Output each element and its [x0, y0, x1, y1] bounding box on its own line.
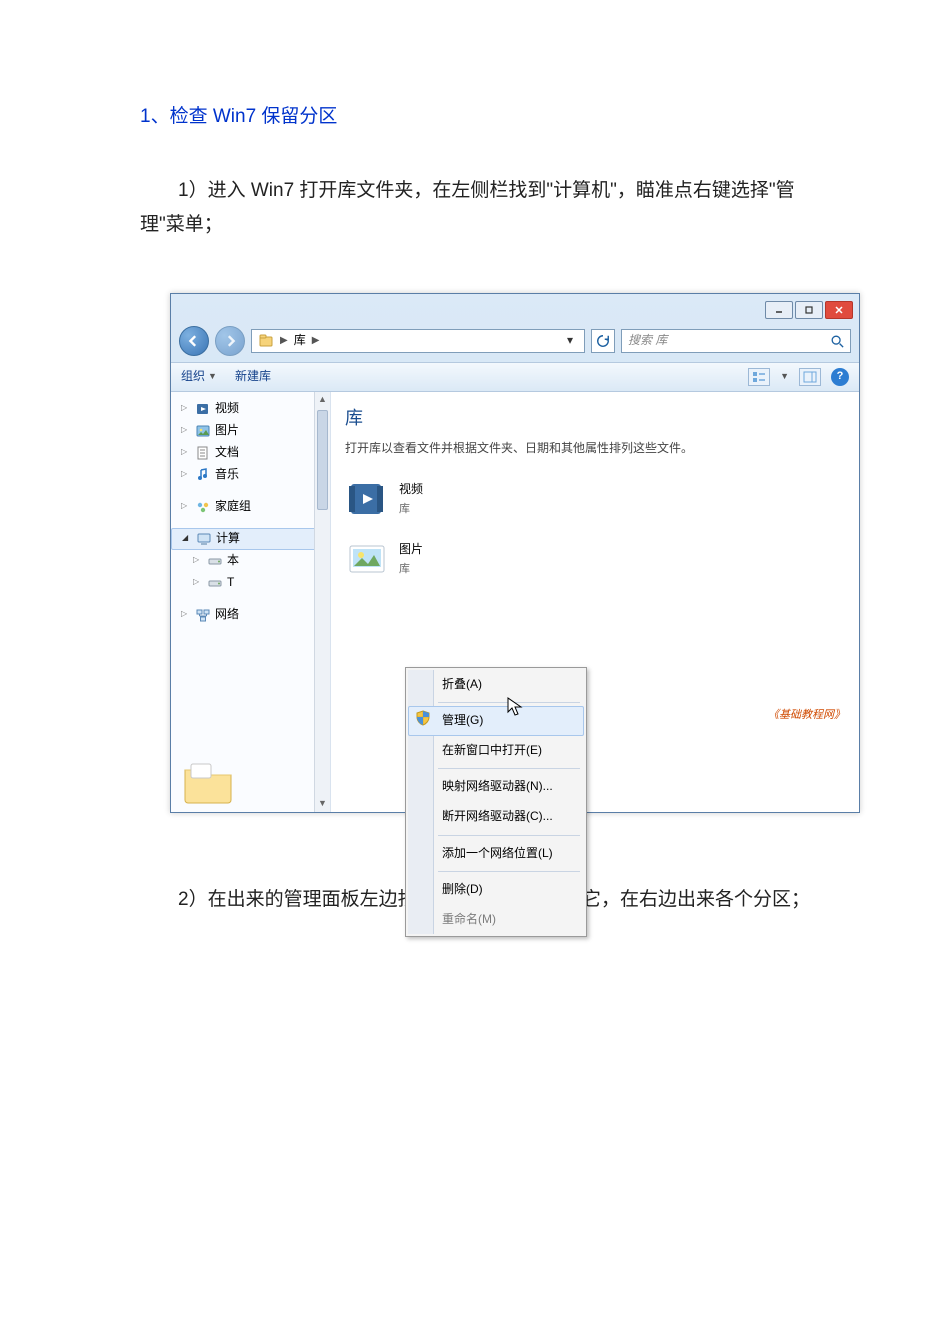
tree-item-network[interactable]: ▷ 网络 — [171, 604, 330, 626]
chevron-right-icon: ▶ — [312, 332, 320, 350]
organize-menu[interactable]: 组织 ▼ — [181, 366, 217, 388]
ctx-disconnect-drive[interactable]: 断开网络驱动器(C)... — [408, 802, 584, 832]
context-menu: 折叠(A) 管理(G) 在新窗口中打开(E) 映射网络驱动器(N)... 断开网… — [405, 667, 587, 938]
preview-pane-button[interactable] — [799, 368, 821, 386]
expand-icon: ▷ — [181, 499, 191, 513]
forward-button[interactable] — [215, 326, 245, 356]
ctx-rename[interactable]: 重命名(M) — [408, 905, 584, 935]
tree-item-music[interactable]: ▷ 音乐 — [171, 464, 330, 486]
tree-item-video[interactable]: ▷ 视频 — [171, 398, 330, 420]
documents-icon — [195, 445, 211, 461]
tree-item-homegroup[interactable]: ▷ 家庭组 — [171, 496, 330, 518]
titlebar — [171, 294, 859, 322]
expand-icon: ▷ — [193, 575, 203, 589]
toolbar: 组织 ▼ 新建库 ▼ ? — [171, 362, 859, 392]
navigation-pane: ▷ 视频 ▷ 图片 ▷ 文档 ▷ 音乐 — [171, 392, 331, 812]
drive-icon — [207, 553, 223, 569]
video-library-icon — [345, 478, 389, 522]
tree-item-localdisk2[interactable]: ▷ T — [171, 572, 330, 594]
explorer-window: ▶ 库 ▶ ▾ 搜索 库 组织 ▼ 新建库 — [170, 293, 860, 813]
library-item-video[interactable]: 视频 库 — [345, 478, 845, 522]
homegroup-icon — [195, 499, 211, 515]
help-button[interactable]: ? — [831, 368, 849, 386]
paragraph-1: 1）进入 Win7 打开库文件夹，在左侧栏找到"计算机"，瞄准点右键选择"管理"… — [140, 174, 825, 242]
expand-icon: ▷ — [181, 607, 191, 621]
ctx-manage[interactable]: 管理(G) — [408, 706, 584, 736]
expand-icon: ▷ — [181, 445, 191, 459]
breadcrumb-root: 库 — [294, 330, 306, 352]
new-library-button[interactable]: 新建库 — [235, 366, 271, 388]
watermark-text: 《基础教程网》 — [768, 706, 845, 726]
library-item-kind: 库 — [399, 500, 423, 520]
expand-icon: ▷ — [181, 423, 191, 437]
pictures-icon — [195, 423, 211, 439]
close-button[interactable] — [825, 301, 853, 319]
maximize-button[interactable] — [795, 301, 823, 319]
cursor-icon — [507, 697, 523, 717]
collapse-icon: ◢ — [182, 531, 192, 545]
computer-icon — [196, 531, 212, 547]
pictures-library-icon — [345, 538, 389, 582]
chevron-right-icon: ▶ — [280, 332, 288, 350]
view-options-button[interactable] — [748, 368, 770, 386]
window-body: ▷ 视频 ▷ 图片 ▷ 文档 ▷ 音乐 — [171, 392, 859, 812]
library-item-name: 视频 — [399, 479, 423, 501]
expand-icon: ▷ — [181, 467, 191, 481]
library-item-pictures[interactable]: 图片 库 — [345, 538, 845, 582]
address-dropdown-icon[interactable]: ▾ — [562, 330, 578, 352]
content-title: 库 — [345, 402, 845, 434]
tree-item-computer[interactable]: ◢ 计算 — [171, 528, 330, 550]
breadcrumb-bar[interactable]: ▶ 库 ▶ ▾ — [251, 329, 585, 353]
explorer-screenshot: ▶ 库 ▶ ▾ 搜索 库 组织 ▼ 新建库 — [170, 293, 825, 813]
content-subtitle: 打开库以查看文件并根据文件夹、日期和其他属性排列这些文件。 — [345, 438, 845, 460]
shield-icon — [415, 710, 431, 726]
scroll-up-icon[interactable]: ▲ — [315, 392, 330, 408]
ctx-map-drive[interactable]: 映射网络驱动器(N)... — [408, 772, 584, 802]
tree-item-documents[interactable]: ▷ 文档 — [171, 442, 330, 464]
refresh-button[interactable] — [591, 329, 615, 353]
expand-icon: ▷ — [193, 553, 203, 567]
ctx-add-net-location[interactable]: 添加一个网络位置(L) — [408, 839, 584, 869]
scroll-thumb[interactable] — [317, 410, 328, 510]
library-icon — [258, 333, 274, 349]
minimize-button[interactable] — [765, 301, 793, 319]
drive-icon — [207, 575, 223, 591]
library-item-name: 图片 — [399, 539, 423, 561]
search-input[interactable]: 搜索 库 — [621, 329, 851, 353]
video-icon — [195, 401, 211, 417]
network-icon — [195, 607, 211, 623]
ctx-collapse[interactable]: 折叠(A) — [408, 670, 584, 700]
scroll-down-icon[interactable]: ▼ — [315, 796, 330, 812]
search-icon — [830, 334, 844, 348]
back-button[interactable] — [179, 326, 209, 356]
ctx-open-new-window[interactable]: 在新窗口中打开(E) — [408, 736, 584, 766]
address-bar: ▶ 库 ▶ ▾ 搜索 库 — [171, 322, 859, 362]
section-title: 1、检查 Win7 保留分区 — [140, 100, 825, 134]
ctx-delete[interactable]: 删除(D) — [408, 875, 584, 905]
expand-icon: ▷ — [181, 401, 191, 415]
music-icon — [195, 467, 211, 483]
library-item-kind: 库 — [399, 560, 423, 580]
search-placeholder: 搜索 库 — [628, 330, 667, 352]
details-pane-folder-icon — [181, 758, 235, 806]
nav-scrollbar[interactable]: ▲ ▼ — [314, 392, 330, 812]
tree-item-pictures[interactable]: ▷ 图片 — [171, 420, 330, 442]
tree-item-localdisk[interactable]: ▷ 本 — [171, 550, 330, 572]
